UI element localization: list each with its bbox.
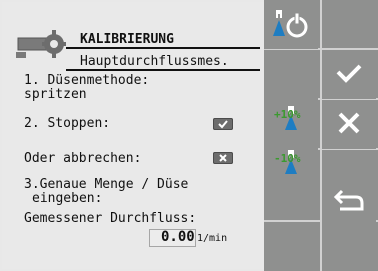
title-divider [66, 47, 260, 49]
back-button[interactable] [322, 175, 376, 224]
measured-flow-value: 0.00 [161, 229, 195, 245]
softkey-panel: +10% -10% [264, 0, 378, 271]
measured-flow-unit: 1/min [197, 233, 228, 244]
measured-flow-label: Gemessener Durchfluss: [24, 211, 197, 226]
step2-label: 2. Stoppen: [24, 116, 111, 131]
cancel-label: Oder abbrechen: [24, 151, 142, 166]
page-title: KALIBRIERUNG [80, 32, 174, 47]
confirm-chip-icon [213, 118, 233, 130]
nozzle-power-icon [273, 10, 308, 38]
decrease-rate-button[interactable]: -10% [264, 148, 318, 197]
cancel-chip-icon [213, 152, 233, 164]
step3-line2: eingeben: [32, 191, 103, 206]
subtitle-divider [66, 69, 260, 71]
calibration-panel: KALIBRIERUNG Hauptdurchflussmes. 1. Düse… [2, 2, 264, 269]
confirm-button[interactable] [322, 50, 376, 99]
increase-rate-button[interactable]: +10% [264, 98, 318, 147]
close-icon [338, 112, 360, 134]
minus-percent-label: -10% [274, 152, 301, 165]
cancel-button[interactable] [322, 100, 376, 149]
step1-line1: 1. Düsenmethode: [24, 73, 150, 88]
nozzle-plus-icon [285, 106, 297, 130]
plus-percent-label: +10% [274, 108, 301, 121]
terminal-screen: KALIBRIERUNG Hauptdurchflussmes. 1. Düse… [0, 0, 378, 271]
step1-line2: spritzen [24, 87, 87, 102]
flow-calibration-icon [16, 30, 66, 58]
page-subtitle: Hauptdurchflussmes. [80, 54, 229, 69]
step3-line1: 3.Genaue Menge / Düse [24, 177, 189, 192]
return-arrow-icon [333, 189, 364, 211]
spray-on-off-button[interactable] [264, 0, 318, 49]
checkmark-icon [336, 64, 362, 83]
